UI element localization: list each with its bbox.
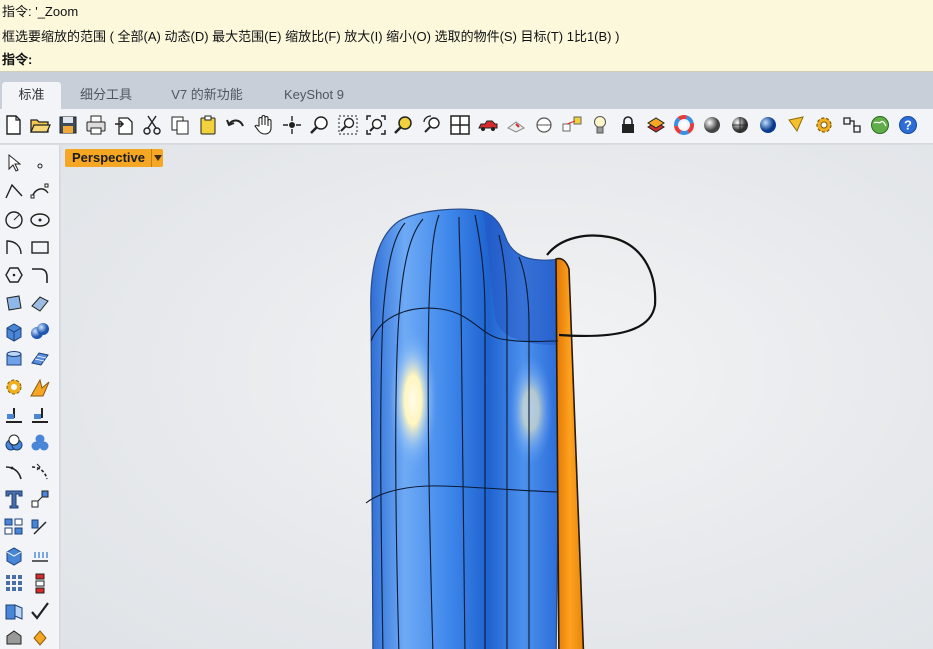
- object-align-icon[interactable]: [28, 571, 52, 595]
- fillet-curve-icon[interactable]: [28, 263, 52, 287]
- zoom-extents-icon[interactable]: [364, 113, 388, 137]
- import-icon[interactable]: [112, 113, 136, 137]
- rotate-view-icon[interactable]: [280, 113, 304, 137]
- command-history-line: 指令: '_Zoom: [2, 4, 79, 19]
- mesh-plane-icon[interactable]: [28, 347, 52, 371]
- sun-icon[interactable]: [28, 625, 52, 649]
- globe-icon[interactable]: [868, 113, 892, 137]
- gumball-icon[interactable]: [28, 515, 52, 539]
- scale-icon[interactable]: [28, 487, 52, 511]
- array-icon[interactable]: [2, 515, 26, 539]
- explode-icon[interactable]: [2, 375, 26, 399]
- trim-icon[interactable]: [2, 403, 26, 427]
- surface-corners-icon[interactable]: [2, 291, 26, 315]
- curve-cv-icon[interactable]: [28, 179, 52, 203]
- chamfer-icon[interactable]: [28, 459, 52, 483]
- split-icon[interactable]: [28, 403, 52, 427]
- car-icon[interactable]: [476, 113, 500, 137]
- polygon-icon[interactable]: [2, 263, 26, 287]
- box-solid-icon[interactable]: [2, 319, 26, 343]
- blue-sphere-icon[interactable]: [756, 113, 780, 137]
- dimension-icon[interactable]: [28, 543, 52, 567]
- chevron-down-icon[interactable]: [151, 149, 163, 167]
- select-arrow-icon[interactable]: [2, 151, 26, 175]
- light-bulb-icon[interactable]: [588, 113, 612, 137]
- open-folder-icon[interactable]: [28, 113, 52, 137]
- left-toolbar: [0, 145, 60, 649]
- boolean-icon[interactable]: [28, 375, 52, 399]
- tab-v7-new-features[interactable]: V7 的新功能: [156, 82, 258, 109]
- toolbar-tab-bar: 标准 细分工具 V7 的新功能 KeyShot 9: [0, 72, 933, 109]
- ellipse-icon[interactable]: [28, 207, 52, 231]
- zoom-window-icon[interactable]: [336, 113, 360, 137]
- lock-icon[interactable]: [616, 113, 640, 137]
- zoom-selected-icon[interactable]: [392, 113, 416, 137]
- viewport-label[interactable]: Perspective: [65, 149, 151, 167]
- help-icon[interactable]: ?: [896, 113, 920, 137]
- tab-standard[interactable]: 标准: [2, 82, 61, 109]
- new-file-icon[interactable]: [1, 113, 25, 137]
- command-options-line[interactable]: 框选要缩放的范围 ( 全部(A) 动态(D) 最大范围(E) 缩放比(F) 放大…: [2, 27, 619, 47]
- command-prompt-label: 指令:: [2, 52, 33, 67]
- pan-hand-icon[interactable]: [252, 113, 276, 137]
- point-icon[interactable]: [28, 151, 52, 175]
- solid-cube-icon[interactable]: [2, 625, 26, 649]
- box-edit-icon[interactable]: [2, 543, 26, 567]
- rendered-sphere-icon[interactable]: [728, 113, 752, 137]
- viewport-title-tab[interactable]: Perspective: [65, 149, 163, 167]
- four-viewports-icon[interactable]: [448, 113, 472, 137]
- color-wheel-icon[interactable]: [672, 113, 696, 137]
- zoom-icon[interactable]: [308, 113, 332, 137]
- perspective-viewport[interactable]: Perspective: [61, 145, 933, 649]
- cplane-icon[interactable]: [532, 113, 556, 137]
- set-target-icon[interactable]: [560, 113, 584, 137]
- cylinder-icon[interactable]: [2, 347, 26, 371]
- grid-icon[interactable]: [2, 571, 26, 595]
- command-input[interactable]: [34, 50, 914, 70]
- shaded-sphere-icon[interactable]: [700, 113, 724, 137]
- named-views-icon[interactable]: [504, 113, 528, 137]
- cut-icon[interactable]: [140, 113, 164, 137]
- polyline-icon[interactable]: [2, 179, 26, 203]
- tab-keyshot[interactable]: KeyShot 9: [270, 82, 358, 109]
- save-icon[interactable]: [56, 113, 80, 137]
- main-toolbar: ?: [0, 109, 933, 144]
- print-icon[interactable]: [84, 113, 108, 137]
- svg-text:?: ?: [904, 118, 912, 133]
- layers-icon[interactable]: [644, 113, 668, 137]
- settings-gear-icon[interactable]: [812, 113, 836, 137]
- command-area: 指令: '_Zoom 框选要缩放的范围 ( 全部(A) 动态(D) 最大范围(E…: [0, 0, 933, 72]
- extrude-surface-icon[interactable]: [28, 291, 52, 315]
- model-scene[interactable]: [61, 145, 933, 649]
- check-mark-icon[interactable]: [28, 599, 52, 623]
- undo-icon[interactable]: [224, 113, 248, 137]
- circle-icon[interactable]: [2, 207, 26, 231]
- fillet-edge-icon[interactable]: [2, 459, 26, 483]
- layout-icon[interactable]: [2, 599, 26, 623]
- text-icon[interactable]: [2, 487, 26, 511]
- boolean-split-icon[interactable]: [28, 431, 52, 455]
- arc-icon[interactable]: [2, 235, 26, 259]
- rotate-camera-icon[interactable]: [420, 113, 444, 137]
- paste-icon[interactable]: [196, 113, 220, 137]
- copy-icon[interactable]: [168, 113, 192, 137]
- boolean-union-icon[interactable]: [2, 431, 26, 455]
- render-light-icon[interactable]: [784, 113, 808, 137]
- tab-subd-tools[interactable]: 细分工具: [70, 82, 142, 109]
- rectangle-icon[interactable]: [28, 235, 52, 259]
- sphere-solid-icon[interactable]: [28, 319, 52, 343]
- options-icon[interactable]: [840, 113, 864, 137]
